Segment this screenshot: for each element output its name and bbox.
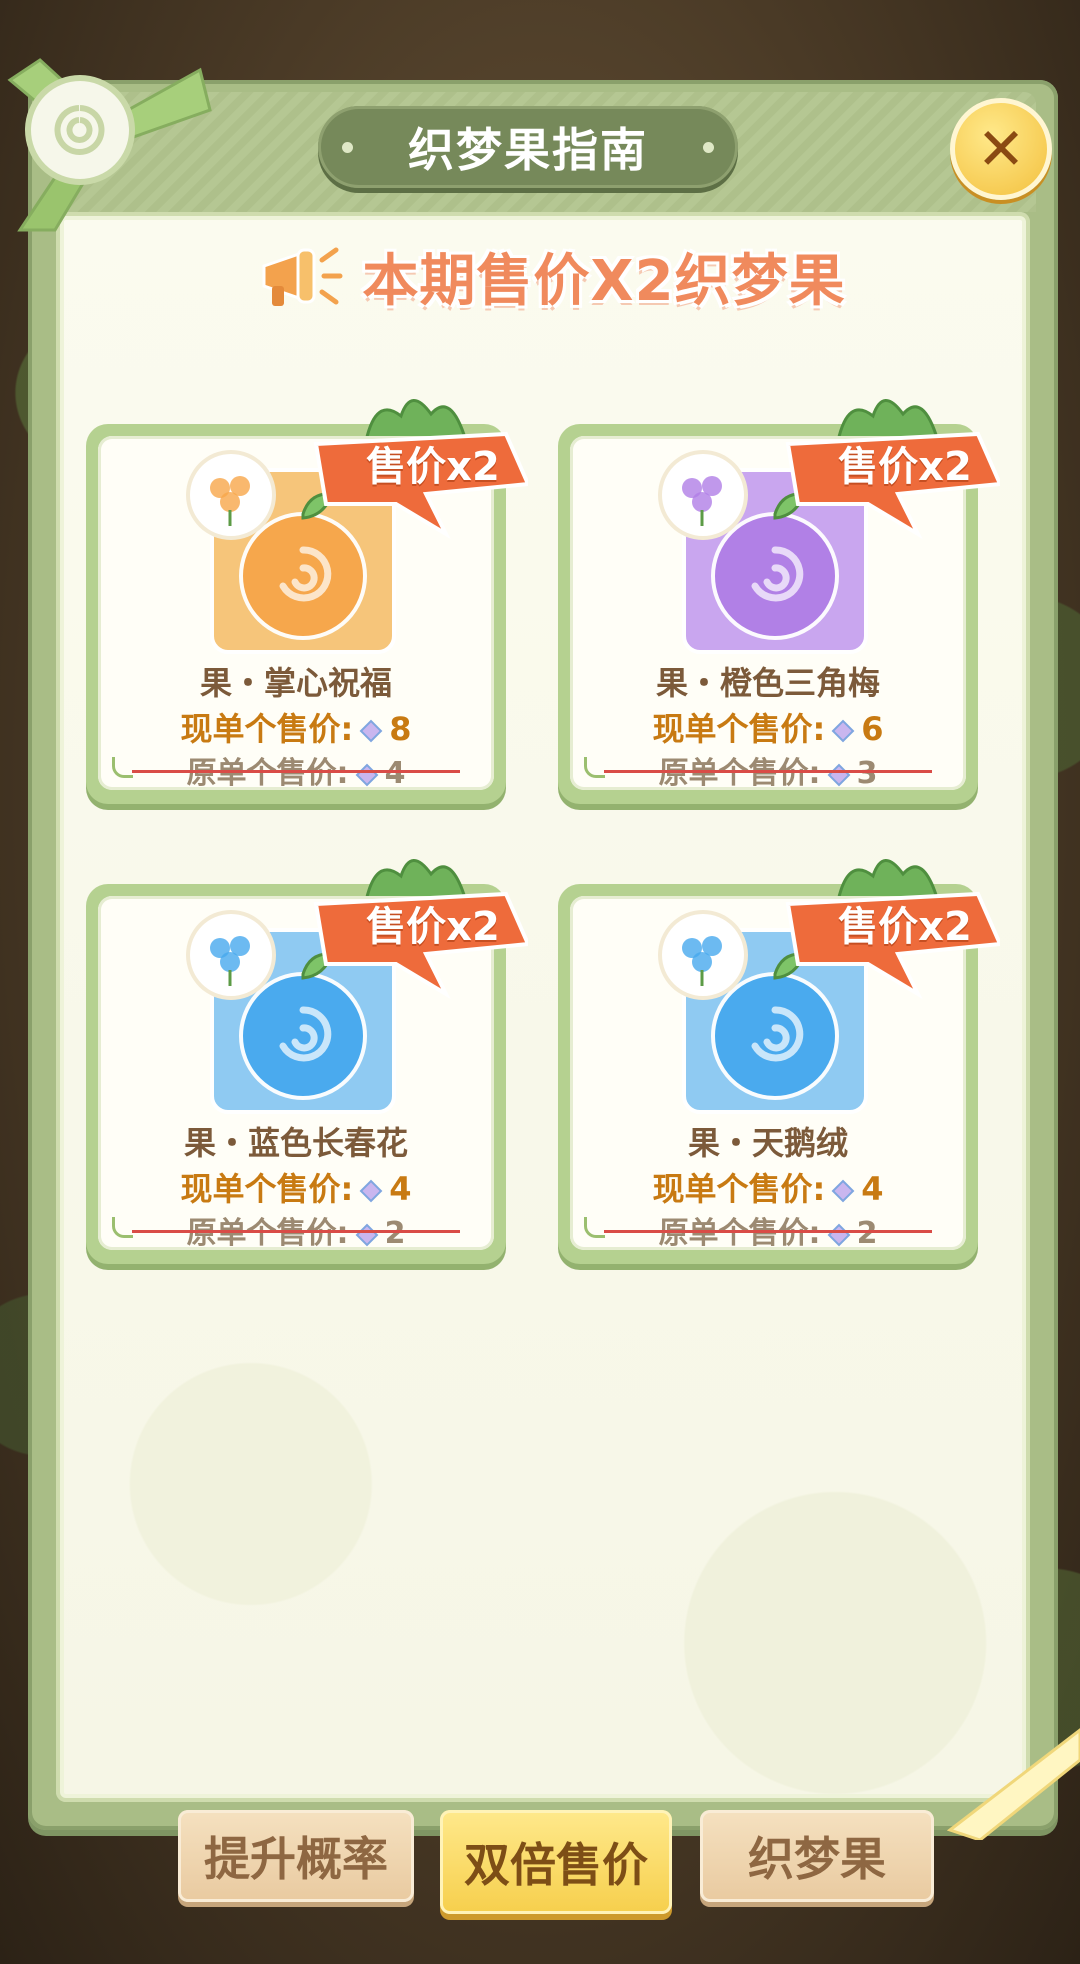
tab-label: 双倍售价 [464, 1838, 648, 1892]
gem-icon [359, 1179, 383, 1203]
strikethrough-line [604, 770, 932, 773]
gem-icon [355, 763, 378, 786]
fruit-name: 果・橙色三角梅 [655, 664, 880, 702]
title-pill: 织梦果指南 [318, 106, 738, 188]
strikethrough-line [132, 1230, 460, 1233]
tab-boost-probability[interactable]: 提升概率 [178, 1810, 414, 1902]
current-price: 现单个售价: 8 [180, 710, 412, 748]
tab-label: 提升概率 [204, 1832, 388, 1886]
current-price: 现单个售价: 6 [652, 710, 884, 748]
ribbon-bow-icon [7, 58, 212, 232]
card-body: 售价x2 果・天鹅绒 现单个售价: 4 原单个售价: 2 [570, 891, 1000, 1251]
card-body: 售价x2 果・橙色三角梅 现单个售价: 6 原单个售价: 3 [570, 431, 1000, 791]
fruit-card[interactable]: 售价x2 果・蓝色长春花 现单个售价: 4 原单个售价: 2 [86, 859, 528, 1264]
gem-icon [359, 719, 383, 743]
close-icon: ✕ [976, 115, 1026, 183]
megaphone-icon [262, 247, 343, 306]
price-multiplier-label: 售价x2 [838, 904, 972, 950]
fruit-name: 果・掌心祝福 [199, 664, 392, 702]
card-corner [112, 1217, 133, 1238]
current-price: 现单个售价: 4 [180, 1170, 412, 1208]
fruit-card[interactable]: 售价x2 果・橙色三角梅 现单个售价: 6 原单个售价: 3 [558, 399, 1000, 804]
page-title: 织梦果指南 [408, 123, 648, 177]
gem-icon [355, 1223, 378, 1246]
title-dot-right [703, 142, 714, 153]
fruit-card[interactable]: 售价x2 果・掌心祝福 现单个售价: 8 原单个售价: 4 [86, 399, 528, 804]
card-corner [584, 757, 605, 778]
headline: 本期售价X2织梦果 [240, 236, 860, 316]
current-price: 现单个售价: 4 [652, 1170, 884, 1208]
fruit-name: 果・蓝色长春花 [183, 1124, 408, 1162]
card-body: 售价x2 果・蓝色长春花 现单个售价: 4 原单个售价: 2 [98, 891, 528, 1251]
flower-icon [662, 454, 744, 536]
headline-text: 本期售价X2织梦果 [362, 248, 846, 314]
price-multiplier-label: 售价x2 [838, 444, 972, 490]
card-corner [584, 1217, 605, 1238]
fruit-name: 果・天鹅绒 [687, 1124, 848, 1162]
gem-icon [831, 719, 855, 743]
strikethrough-line [132, 770, 460, 773]
tab-double-price[interactable]: 双倍售价 [440, 1810, 672, 1914]
gem-icon [827, 1223, 850, 1246]
card-body: 售价x2 果・掌心祝福 现单个售价: 8 原单个售价: 4 [98, 431, 528, 791]
tab-label: 织梦果 [748, 1832, 886, 1886]
card-corner [112, 757, 133, 778]
tab-dream-fruit[interactable]: 织梦果 [700, 1810, 934, 1902]
corner-ribbon-icon [946, 1728, 1080, 1840]
flower-icon [190, 454, 272, 536]
flower-icon [190, 914, 272, 996]
strikethrough-line [604, 1230, 932, 1233]
fruit-card[interactable]: 售价x2 果・天鹅绒 现单个售价: 4 原单个售价: 2 [558, 859, 1000, 1264]
price-multiplier-label: 售价x2 [366, 444, 500, 490]
title-dot-left [342, 142, 353, 153]
gem-icon [827, 763, 850, 786]
price-multiplier-label: 售价x2 [366, 904, 500, 950]
close-button[interactable]: ✕ [950, 98, 1052, 200]
gem-icon [831, 1179, 855, 1203]
flower-icon [662, 914, 744, 996]
